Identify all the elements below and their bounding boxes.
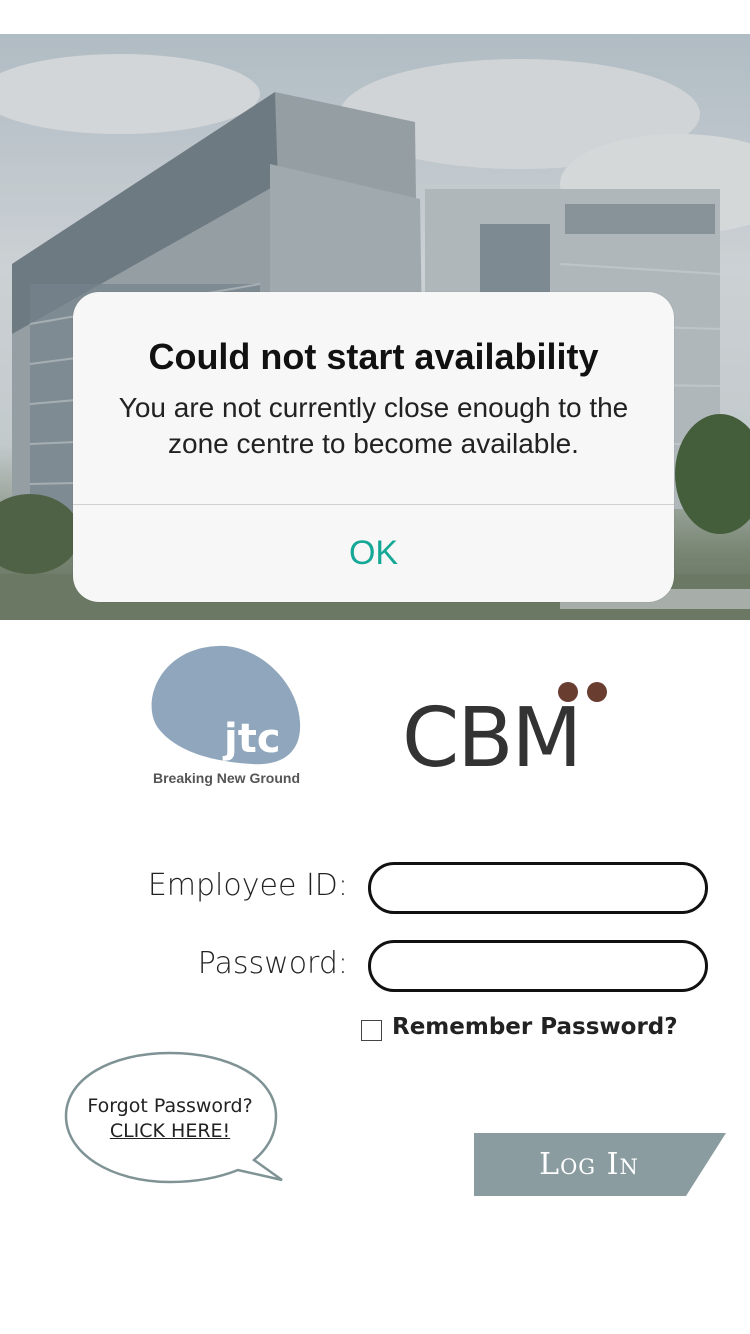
alert-message: You are not currently close enough to th… <box>118 392 629 459</box>
cbm-logo-text: CBM <box>402 691 580 772</box>
alert-dialog: Could not start availability You are not… <box>73 292 674 602</box>
cbm-logo: CBM <box>402 682 607 772</box>
alert-title: Could not start availability <box>148 336 599 377</box>
forgot-password-text: Forgot Password? CLICK HERE! <box>68 1094 272 1144</box>
cbm-dot-right <box>587 682 607 702</box>
forgot-password-prompt: Forgot Password? <box>87 1095 253 1117</box>
login-button-label: Log In <box>539 1147 639 1182</box>
employee-id-input[interactable] <box>368 862 708 914</box>
login-button[interactable]: Log In <box>474 1133 726 1196</box>
ok-button[interactable]: OK <box>73 505 674 602</box>
password-input[interactable] <box>368 940 708 992</box>
forgot-password-link[interactable]: CLICK HERE! <box>110 1119 230 1144</box>
employee-id-label: Employee ID: <box>147 868 348 903</box>
password-label: Password: <box>197 946 348 981</box>
jtc-tagline: Breaking New Ground <box>152 770 301 786</box>
remember-password-label[interactable]: Remember Password? <box>392 1014 678 1040</box>
jtc-logo-text: jtc <box>222 716 281 762</box>
remember-password-checkbox[interactable] <box>361 1020 382 1041</box>
